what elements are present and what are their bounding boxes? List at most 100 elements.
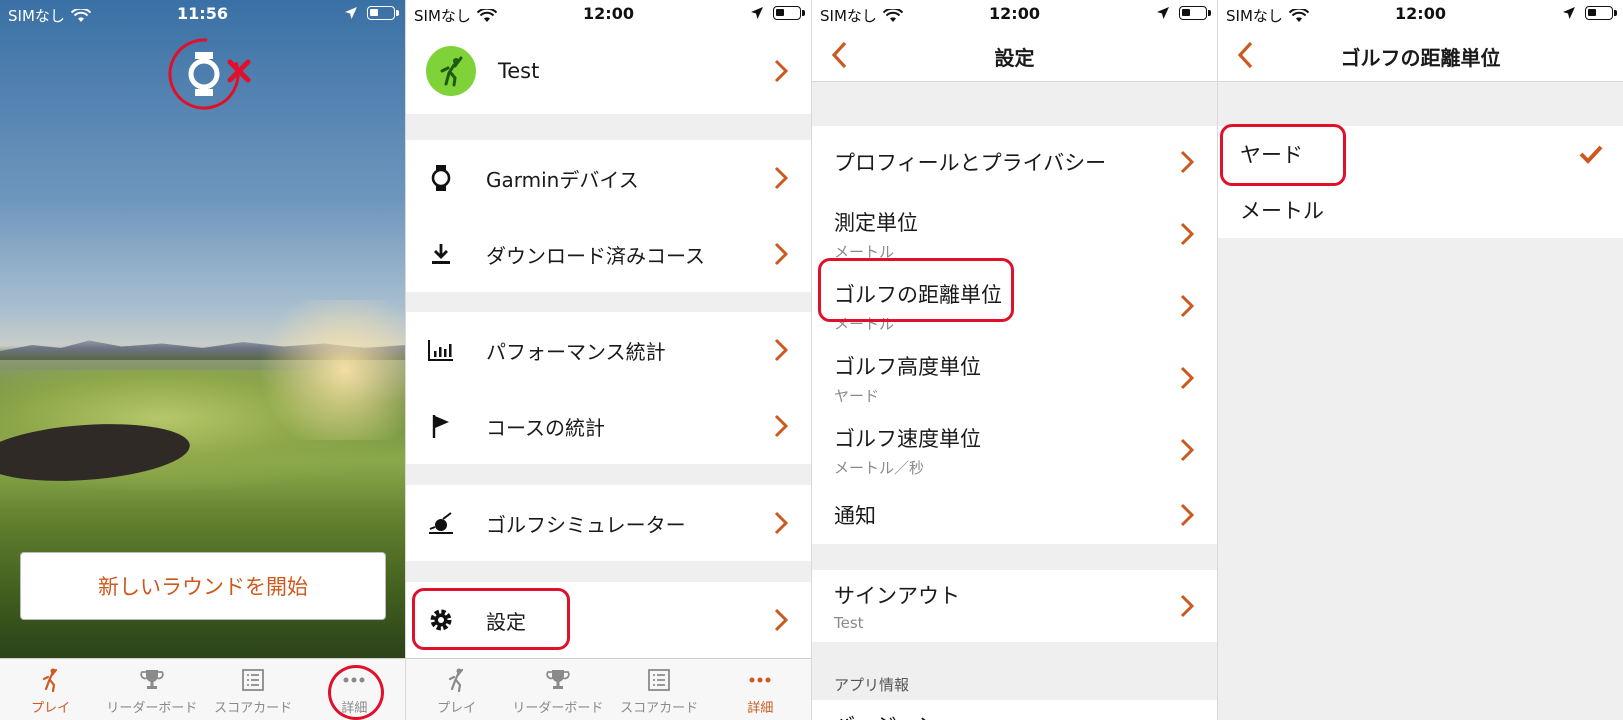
play-screen: SIMなし 11:56 新しいラウンドを開始 プレイ リーダーボード スコアカー… — [0, 0, 406, 720]
battery-icon — [1179, 6, 1211, 20]
chevron-right-icon — [1180, 150, 1195, 174]
chevron-right-icon — [1180, 366, 1195, 390]
avatar — [426, 46, 476, 96]
highlight-yards-option — [1220, 124, 1346, 186]
tab-more[interactable]: 詳細 — [710, 659, 811, 720]
version-label: バージョン — [834, 710, 939, 720]
tab-play[interactable]: プレイ — [0, 659, 101, 720]
tab-leaderboard[interactable]: リーダーボード — [101, 659, 202, 720]
nav-bar: 設定 — [812, 28, 1217, 82]
signout-row[interactable]: サインアウト Test — [812, 570, 1217, 642]
item-label: 通知 — [834, 504, 876, 528]
watch-icon — [431, 165, 451, 191]
menu-label: ダウンロード済みコース — [486, 243, 705, 268]
settings-item-golf-altitude-unit[interactable]: ゴルフ高度単位 ヤード — [812, 342, 1217, 414]
chevron-right-icon — [774, 511, 789, 535]
location-arrow-icon — [345, 7, 357, 19]
settings-item-golf-speed-unit[interactable]: ゴルフ速度単位メートル／秒 — [812, 414, 1217, 486]
tab-more-label: 詳細 — [747, 701, 774, 716]
menu-garmin-devices[interactable]: Garminデバイス — [406, 140, 811, 216]
battery-icon — [367, 6, 399, 20]
chevron-right-icon — [774, 338, 789, 362]
location-arrow-icon — [1157, 7, 1169, 19]
highlight-settings-item — [412, 588, 570, 650]
option-label: メートル — [1240, 199, 1324, 223]
menu-label: パフォーマンス統計 — [486, 339, 666, 364]
tab-leaderboard[interactable]: リーダーボード — [507, 659, 608, 720]
settings-list: プロフィールとプライバシー 測定単位 メートル ゴルフの距離単位 メートル ゴルフ高… — [812, 126, 1217, 544]
item-value: メートル／秒 — [834, 458, 925, 477]
settings-item-profile-privacy[interactable]: プロフィールとプライバシー — [812, 126, 1217, 198]
chevron-right-icon — [774, 59, 789, 83]
menu-performance-stats[interactable]: パフォーマンス統計 — [406, 312, 811, 388]
page-title: 設定 — [994, 46, 1035, 70]
signout-account: Test — [834, 614, 864, 632]
profile-row[interactable]: Test — [406, 28, 811, 114]
version-group: バージョン — [812, 700, 1217, 720]
watch-disconnected-icon[interactable] — [168, 34, 258, 112]
chevron-right-icon — [1180, 294, 1195, 318]
chevron-right-icon — [774, 414, 789, 438]
menu-downloaded-courses[interactable]: ダウンロード済みコース — [406, 216, 811, 292]
trophy-icon — [140, 670, 164, 689]
section-header-app-info: アプリ情報 — [834, 676, 910, 694]
scorecard-icon — [648, 669, 671, 691]
signout-group: サインアウト Test — [812, 570, 1217, 642]
signout-label: サインアウト — [834, 584, 960, 608]
stats-icon — [428, 340, 453, 361]
distance-unit-screen: SIMなし 12:00 ゴルフの距離単位 ヤード メートル — [1218, 0, 1623, 720]
version-row: バージョン — [812, 700, 1217, 720]
tab-play[interactable]: プレイ — [406, 659, 507, 720]
simulator-icon — [429, 512, 453, 534]
device-group: Garminデバイス ダウンロード済みコース — [406, 140, 811, 292]
highlight-distance-unit-item — [818, 258, 1014, 322]
tab-scorecard-label: スコアカード — [214, 701, 293, 716]
item-label: プロフィールとプライバシー — [834, 151, 1107, 175]
tab-bar: プレイ リーダーボード スコアカード 詳細 — [406, 658, 811, 720]
golfer-icon — [42, 668, 57, 693]
sun-glow — [245, 300, 405, 440]
item-label: ゴルフ速度単位 — [834, 426, 981, 451]
settings-item-notifications[interactable]: 通知 — [812, 486, 1217, 544]
tab-leaderboard-label: リーダーボード — [512, 701, 604, 716]
tab-scorecard[interactable]: スコアカード — [203, 659, 304, 720]
location-arrow-icon — [1563, 7, 1575, 19]
chevron-right-icon — [1180, 222, 1195, 246]
scorecard-icon — [242, 669, 265, 691]
tab-scorecard[interactable]: スコアカード — [609, 659, 710, 720]
settings-screen: SIMなし 12:00 設定 プロフィールとプライバシー 測定単位 メートル ゴル… — [812, 0, 1218, 720]
stats-group: パフォーマンス統計 コースの統計 — [406, 312, 811, 464]
page-title: ゴルフの距離単位 — [1340, 46, 1501, 70]
tab-play-label: プレイ — [437, 701, 477, 716]
option-meters[interactable]: メートル — [1218, 182, 1623, 238]
chevron-right-icon — [1180, 594, 1195, 618]
highlight-more-tab — [328, 665, 384, 720]
trophy-icon — [546, 670, 570, 689]
menu-label: コースの統計 — [486, 415, 605, 440]
chevron-right-icon — [774, 242, 789, 266]
menu-label: Garminデバイス — [486, 167, 639, 192]
item-label: ゴルフ高度単位 — [834, 354, 981, 379]
location-arrow-icon — [751, 7, 763, 19]
start-round-button[interactable]: 新しいラウンドを開始 — [20, 552, 386, 620]
flag-icon — [432, 415, 449, 438]
menu-course-stats[interactable]: コースの統計 — [406, 388, 811, 464]
battery-icon — [1585, 6, 1617, 20]
more-dots-icon — [749, 677, 771, 683]
battery-icon — [773, 6, 805, 20]
status-bar: SIMなし 12:00 — [1218, 0, 1623, 28]
menu-label: ゴルフシミュレーター — [486, 512, 686, 537]
download-icon — [432, 244, 450, 264]
menu-golf-simulator[interactable]: ゴルフシミュレーター — [406, 485, 811, 561]
profile-name: Test — [498, 59, 540, 83]
status-bar: SIMなし 12:00 — [812, 0, 1217, 28]
status-bar: SIMなし 11:56 — [0, 0, 405, 28]
checkmark-icon — [1579, 145, 1603, 164]
more-screen: SIMなし 12:00 Test Garminデバイス ダウンロード済みコース — [406, 0, 812, 720]
golfer-icon — [448, 668, 463, 693]
tab-leaderboard-label: リーダーボード — [106, 701, 198, 716]
status-bar: SIMなし 12:00 — [406, 0, 811, 28]
chevron-right-icon — [1180, 503, 1195, 527]
tab-play-label: プレイ — [31, 701, 71, 716]
simulator-group: ゴルフシミュレーター — [406, 485, 811, 561]
